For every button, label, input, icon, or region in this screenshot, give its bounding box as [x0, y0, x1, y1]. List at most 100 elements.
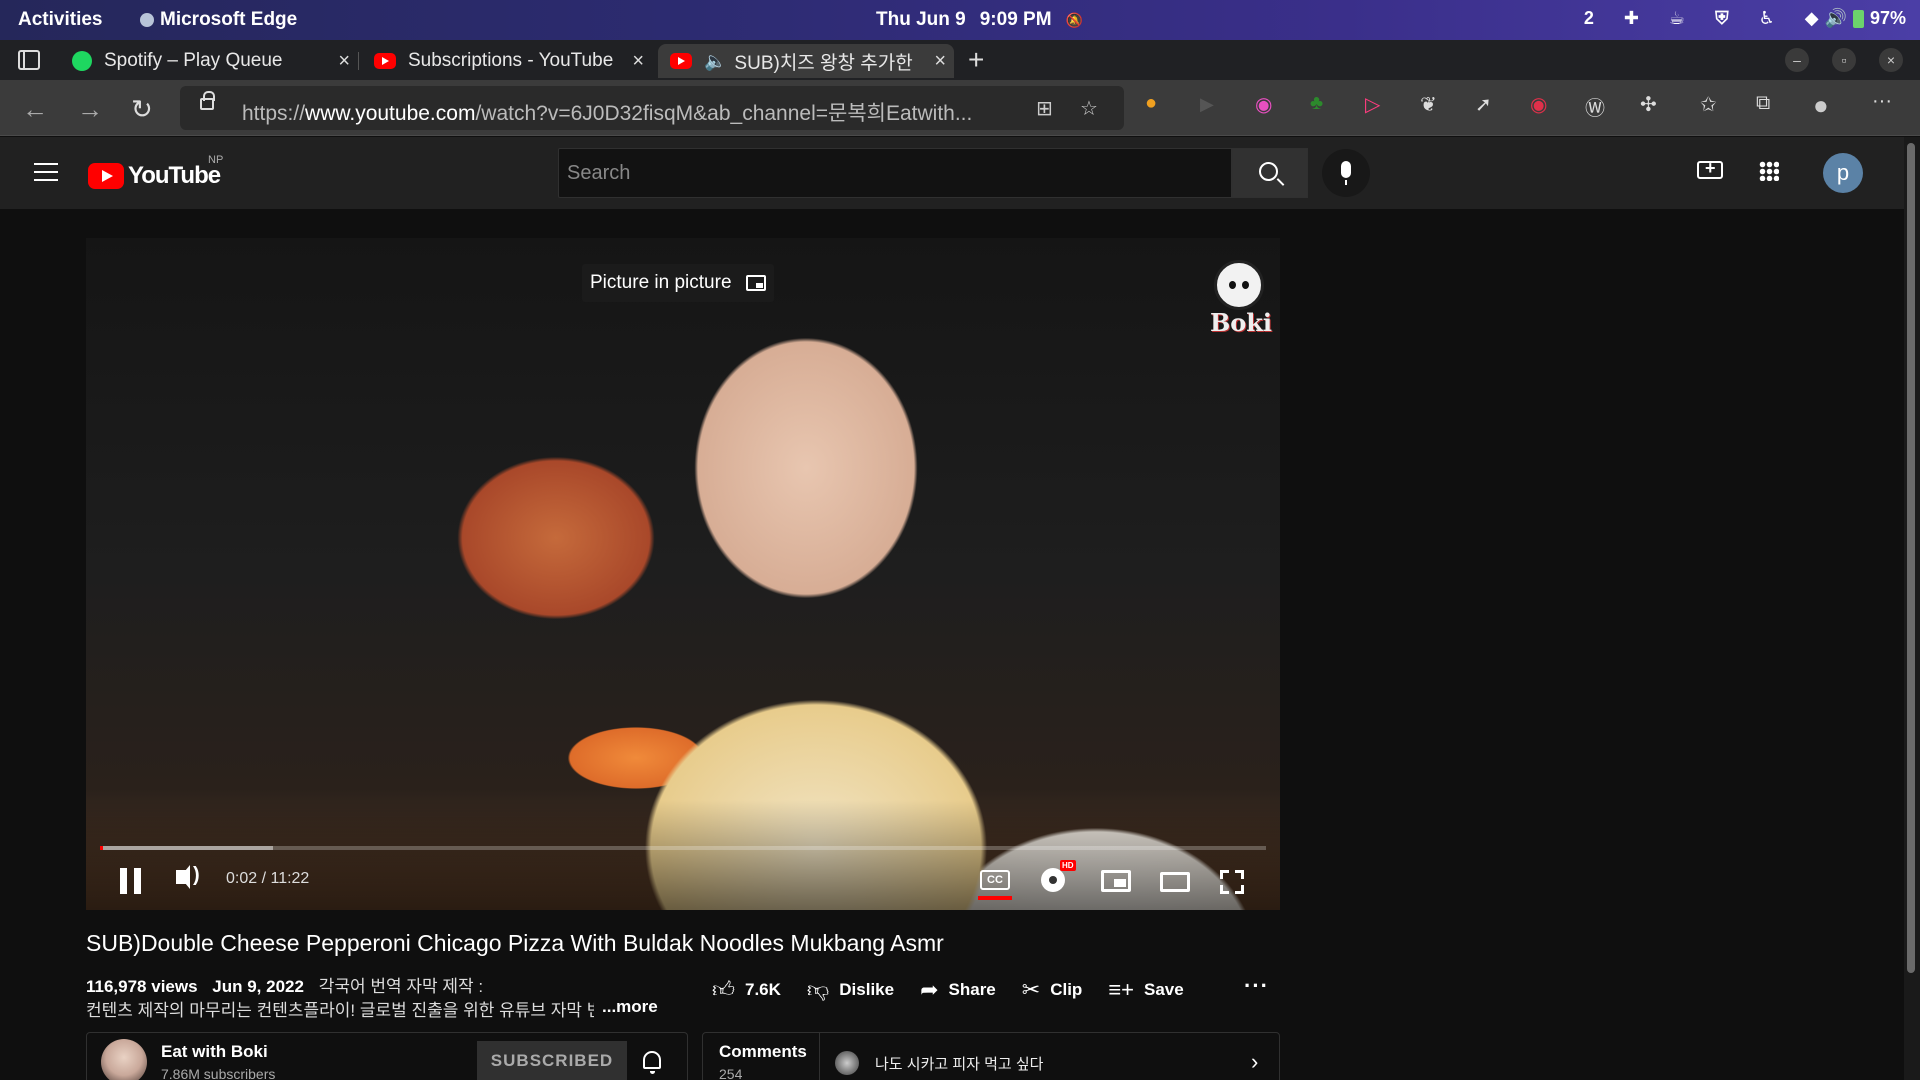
picture-in-picture-icon[interactable] — [745, 275, 766, 291]
share-button[interactable]: ➦ Share — [920, 977, 996, 1003]
extension-gnome-icon[interactable]: ❦ — [1420, 92, 1437, 117]
pause-icon[interactable] — [120, 868, 142, 894]
video-player[interactable]: Picture in picture Boki 0:02 / 11:22 CC … — [86, 238, 1280, 910]
youtube-wordmark: YouTube — [128, 162, 221, 189]
page-scrollbar[interactable] — [1904, 137, 1920, 1080]
workspace-indicator[interactable]: 2 — [1584, 8, 1594, 29]
scrollbar-thumb[interactable] — [1907, 143, 1915, 973]
progress-bar[interactable] — [100, 846, 1266, 850]
settings-gear-icon[interactable] — [1041, 868, 1065, 892]
favorites-icon[interactable]: ✩ — [1700, 92, 1717, 117]
tab-actions-icon[interactable] — [18, 50, 40, 70]
thumbs-up-icon: 👍︎ — [712, 977, 735, 1002]
comments-count: 254 — [719, 1066, 743, 1080]
extension-honey-icon[interactable]: ● — [1145, 92, 1157, 115]
close-tab-icon[interactable]: × — [934, 50, 946, 73]
search-button[interactable] — [1232, 148, 1308, 198]
tab-subscriptions[interactable]: Subscriptions - YouTube × — [362, 44, 652, 78]
url-text[interactable]: https://www.youtube.com/watch?v=6J0D32fi… — [242, 97, 1012, 127]
extension-w-icon[interactable]: Ⓦ — [1585, 92, 1605, 121]
address-bar[interactable]: https://www.youtube.com/watch?v=6J0D32fi… — [180, 86, 1124, 130]
close-tab-icon[interactable]: × — [338, 50, 350, 73]
clock[interactable]: Thu Jun 9 9:09 PM 🔕 — [876, 9, 1083, 31]
extension-arrow-icon[interactable]: ▷ — [1365, 92, 1380, 117]
voice-search-button[interactable] — [1322, 149, 1370, 197]
theater-mode-icon[interactable] — [1160, 872, 1190, 892]
pip-tooltip-text: Picture in picture — [590, 272, 732, 293]
channel-watermark[interactable]: Boki — [1210, 260, 1272, 342]
profile-icon[interactable]: ● — [1813, 90, 1829, 121]
accessibility-icon[interactable]: ♿ — [1759, 8, 1775, 29]
account-avatar[interactable]: p — [1823, 153, 1863, 193]
save-button[interactable]: ≡+ Save — [1108, 977, 1183, 1003]
miniplayer-icon[interactable] — [1101, 870, 1131, 892]
extension-leaf-icon[interactable]: ♣ — [1310, 92, 1323, 115]
tab-current-video[interactable]: 🔈 SUB)치즈 왕창 추가한 × — [658, 44, 954, 78]
add-favorite-icon[interactable]: ☆ — [1080, 96, 1098, 121]
notification-bell-icon[interactable] — [643, 1051, 661, 1074]
app-available-icon[interactable]: ⊞ — [1036, 96, 1053, 121]
menu-icon[interactable] — [34, 163, 58, 181]
search-icon — [1259, 162, 1278, 181]
extensions-icon[interactable]: ✣ — [1640, 92, 1657, 117]
description-line-2[interactable]: 컨텐츠 제작의 마무리는 컨텐츠플라이! 글로벌 진출을 위한 유튜브 자막 번… — [86, 996, 594, 1021]
system-top-bar: Activities Microsoft Edge Thu Jun 9 9:09… — [0, 0, 1920, 40]
clock-date: Thu Jun 9 — [876, 9, 966, 30]
system-tray: 2 ✚ ☕ ⛨ ♿ ◆ 🔊 97% — [1584, 8, 1906, 29]
extensions-puzzle-icon[interactable]: ✚ — [1624, 8, 1639, 29]
caffeine-cup-icon[interactable]: ☕ — [1669, 8, 1685, 29]
volume-icon[interactable] — [176, 864, 200, 889]
subscriber-count: 7.86M subscribers — [161, 1066, 276, 1080]
extension-play-icon[interactable]: ▶ — [1200, 94, 1214, 115]
tab-title: Spotify – Play Queue — [104, 50, 283, 71]
audio-playing-icon[interactable]: 🔈 — [704, 51, 726, 72]
subscribe-button[interactable]: SUBSCRIBED — [477, 1041, 627, 1080]
maximize-button[interactable]: ▫ — [1832, 48, 1856, 72]
apps-grid-icon[interactable] — [1759, 161, 1779, 181]
activities-button[interactable]: Activities — [18, 9, 102, 31]
minimize-button[interactable]: – — [1785, 48, 1809, 72]
tab-spotify[interactable]: Spotify – Play Queue × — [60, 44, 358, 78]
youtube-header: YouTube NP p — [0, 137, 1904, 209]
channel-box: Eat with Boki 7.86M subscribers SUBSCRIB… — [86, 1032, 688, 1080]
like-button[interactable]: 👍︎ 7.6K — [712, 976, 781, 1003]
search-input[interactable] — [559, 149, 1231, 197]
collections-icon[interactable]: ⧉ — [1756, 92, 1770, 115]
scissors-icon: ✂ — [1021, 976, 1041, 1002]
video-meta[interactable]: 116,978 views Jun 9, 2022 각국어 번역 자막 제작 : — [86, 972, 483, 997]
refresh-icon[interactable]: ↻ — [131, 94, 153, 125]
lock-icon[interactable] — [200, 91, 215, 110]
youtube-icon — [374, 53, 396, 69]
subtitles-icon[interactable]: CC — [978, 870, 1012, 900]
clip-button[interactable]: ✂ Clip — [1022, 977, 1083, 1003]
tab-title: Subscriptions - YouTube — [408, 50, 614, 71]
status-menu[interactable]: ◆ 🔊 97% — [1805, 8, 1906, 29]
create-video-icon[interactable] — [1697, 158, 1723, 179]
forward-icon[interactable]: → — [77, 94, 103, 125]
commenter-avatar — [835, 1051, 859, 1075]
close-window-button[interactable]: × — [1879, 48, 1903, 72]
settings-more-icon[interactable]: ··· — [1872, 90, 1892, 113]
back-icon[interactable]: ← — [22, 94, 48, 125]
comments-teaser[interactable]: Comments 254 나도 시카고 피자 먹고 싶다 › — [702, 1032, 1280, 1080]
app-menu[interactable]: Microsoft Edge — [140, 9, 297, 31]
fullscreen-icon[interactable] — [1220, 870, 1244, 894]
chevron-right-icon[interactable]: › — [1251, 1049, 1258, 1075]
new-tab-button[interactable]: + — [968, 44, 984, 76]
extension-circle-icon[interactable]: ◉ — [1255, 92, 1272, 117]
shield-icon[interactable]: ⛨ — [1715, 8, 1729, 29]
extension-youtube-icon[interactable]: ◉ — [1530, 92, 1547, 117]
progress-played — [100, 846, 104, 850]
show-more-button[interactable]: ...more — [602, 997, 658, 1017]
extension-swipe-icon[interactable]: ➚ — [1475, 92, 1492, 117]
more-actions-icon[interactable]: ··· — [1244, 973, 1269, 999]
youtube-logo[interactable]: YouTube NP — [88, 154, 223, 190]
dislike-button[interactable]: 👎︎ Dislike — [807, 976, 894, 1003]
channel-name[interactable]: Eat with Boki — [161, 1042, 268, 1062]
channel-avatar[interactable] — [101, 1039, 147, 1080]
wifi-icon: ◆ — [1804, 8, 1819, 28]
youtube-play-icon — [88, 163, 124, 189]
close-tab-icon[interactable]: × — [632, 50, 644, 73]
microphone-icon — [1341, 161, 1351, 185]
share-icon: ➦ — [920, 976, 939, 1002]
